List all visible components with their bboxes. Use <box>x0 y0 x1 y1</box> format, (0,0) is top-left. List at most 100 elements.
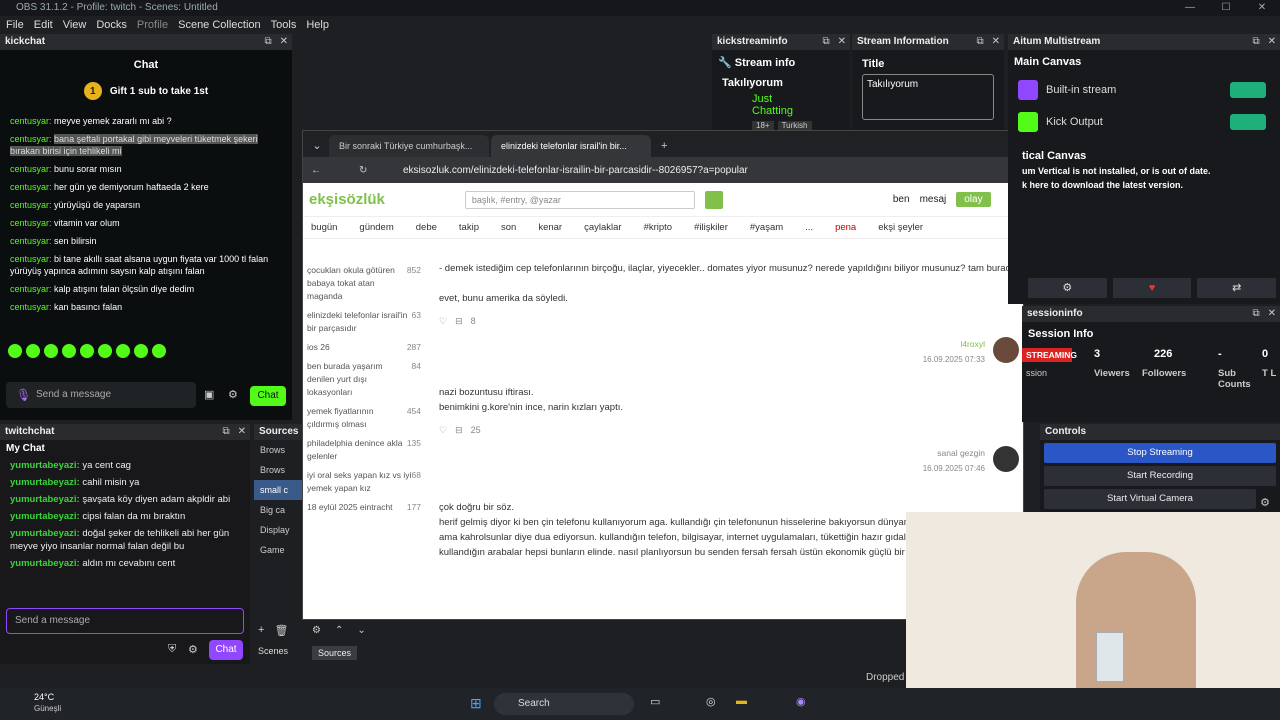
float-icon[interactable]: ⧉ <box>222 424 229 440</box>
dislike-icon[interactable]: ⊟ <box>455 423 463 438</box>
username[interactable]: centusyar: <box>10 236 52 246</box>
browser-tab[interactable]: Bir sonraki Türkiye cumhurbaşk... <box>329 135 489 157</box>
nav-item[interactable]: takip <box>459 222 479 233</box>
avatar[interactable] <box>993 337 1019 363</box>
stop-streaming-button[interactable]: Stop Streaming <box>1044 443 1276 463</box>
float-icon[interactable]: ⧉ <box>976 34 983 50</box>
start-virtual-camera-button[interactable]: Start Virtual Camera <box>1044 489 1256 509</box>
close-icon[interactable]: ✕ <box>280 34 288 50</box>
folder-icon[interactable]: ▬ <box>736 695 747 707</box>
username[interactable]: centusyar: <box>10 164 52 174</box>
weather-temp[interactable]: 24°C <box>34 692 54 702</box>
tab-sources[interactable]: Sources <box>312 646 358 660</box>
share-icon[interactable]: ⇄ <box>1197 278 1277 298</box>
topic-item[interactable]: ios 26 287 <box>303 338 425 357</box>
menu-profile[interactable]: Profile <box>137 16 168 34</box>
nav-item[interactable]: ekşi şeyler <box>878 222 923 233</box>
up-icon[interactable]: ⌃ <box>335 625 343 636</box>
source-item[interactable]: Brows <box>254 460 304 480</box>
topic-item[interactable]: 18 eylül 2025 eintracht 177 <box>303 498 425 517</box>
kick-chat-button[interactable]: Chat <box>250 386 286 406</box>
kick-message-input[interactable]: Send a message <box>6 382 196 408</box>
search-icon[interactable] <box>704 190 723 209</box>
user-link-ben[interactable]: ben <box>893 194 910 205</box>
emote-icon[interactable] <box>26 344 40 358</box>
app-icon[interactable]: ◉ <box>796 695 806 708</box>
chrome-icon[interactable]: ◎ <box>706 695 716 708</box>
emote-icon[interactable] <box>152 344 166 358</box>
twitch-message-input[interactable]: Send a message <box>6 608 244 634</box>
url-text[interactable]: eksisozluk.com/elinizdeki-telefonlar-isr… <box>403 165 748 176</box>
nav-item[interactable]: #yaşam <box>750 222 783 233</box>
emote-icon[interactable] <box>134 344 148 358</box>
source-item[interactable]: small c <box>254 480 304 500</box>
nav-item[interactable]: pena <box>835 222 856 233</box>
username[interactable]: yumurtabeyazi: <box>10 511 80 522</box>
float-icon[interactable]: ⧉ <box>822 34 829 50</box>
float-icon[interactable]: ⧉ <box>264 34 271 50</box>
tab-list-icon[interactable]: ⌄ <box>307 135 327 157</box>
entry-author[interactable]: sanal gezgin <box>439 446 985 461</box>
output-toggle[interactable] <box>1230 82 1266 98</box>
username[interactable]: centusyar: <box>10 200 52 210</box>
menu-scene-collection[interactable]: Scene Collection <box>178 16 261 34</box>
add-icon[interactable]: + <box>258 624 264 637</box>
topic-item[interactable]: ben burada yaşarım denilen yurt dışı lok… <box>303 357 425 402</box>
gear-icon[interactable]: ⚙ <box>312 625 321 636</box>
gear-icon[interactable]: ⚙ <box>1028 278 1107 298</box>
taskbar-search[interactable]: Search <box>494 693 634 715</box>
close-icon[interactable]: ✕ <box>992 34 1000 50</box>
username[interactable]: centusyar: <box>10 302 52 312</box>
nav-item[interactable]: debe <box>416 222 437 233</box>
username[interactable]: centusyar: <box>10 218 52 228</box>
gear-icon[interactable]: ⚙ <box>188 643 198 656</box>
gift-icon[interactable]: ▣ <box>204 388 214 401</box>
entry-date[interactable]: 16.09.2025 07:46 <box>439 461 985 476</box>
emote-icon[interactable] <box>8 344 22 358</box>
emote-icon[interactable] <box>80 344 94 358</box>
tab-scenes[interactable]: Scenes <box>258 646 288 656</box>
emote-icon[interactable] <box>62 344 76 358</box>
nav-item[interactable]: #ilişkiler <box>694 222 728 233</box>
gear-icon[interactable]: ⚙ <box>228 388 238 401</box>
menu-edit[interactable]: Edit <box>34 16 53 34</box>
address-bar[interactable]: ← ↻ eksisozluk.com/elinizdeki-telefonlar… <box>303 157 1023 183</box>
site-search-input[interactable]: başlık, #entry, @yazar <box>464 190 695 209</box>
username[interactable]: yumurtabeyazi: <box>10 477 80 488</box>
dislike-icon[interactable]: ⊟ <box>455 314 463 329</box>
username[interactable]: yumurtabeyazi: <box>10 558 80 569</box>
maximize-icon[interactable]: ☐ <box>1208 0 1244 16</box>
username[interactable]: yumurtabeyazi: <box>10 460 80 471</box>
source-item[interactable]: Brows <box>254 440 304 460</box>
nav-item[interactable]: ... <box>805 222 813 233</box>
menu-view[interactable]: View <box>63 16 87 34</box>
down-icon[interactable]: ⌄ <box>357 625 365 636</box>
download-link[interactable]: k here to download the latest version. <box>1008 178 1280 192</box>
new-tab-icon[interactable]: + <box>653 135 667 157</box>
emote-icon[interactable] <box>116 344 130 358</box>
source-item[interactable]: Display <box>254 520 304 540</box>
topic-item[interactable]: philadelphia denince akla gelenler 135 <box>303 434 425 466</box>
entry-author[interactable]: l4roxyl <box>439 337 985 352</box>
heart-icon[interactable]: ♥ <box>1112 278 1192 298</box>
output-toggle[interactable] <box>1230 114 1266 130</box>
gear-icon[interactable]: ⚙ <box>1260 496 1270 509</box>
trash-icon[interactable]: 🗑 <box>274 624 288 637</box>
user-link-mesaj[interactable]: mesaj <box>920 194 947 205</box>
site-logo[interactable]: ekşisözlük <box>309 191 385 208</box>
float-icon[interactable]: ⧉ <box>1252 34 1259 50</box>
username[interactable]: centusyar: <box>10 134 52 144</box>
nav-item[interactable]: son <box>501 222 516 233</box>
microphone-icon[interactable]: 🎙 <box>16 388 31 402</box>
username[interactable]: centusyar: <box>10 284 52 294</box>
twitch-chat-button[interactable]: Chat <box>209 640 243 660</box>
menu-file[interactable]: File <box>6 16 24 34</box>
gift-banner[interactable]: 1 Gift 1 sub to take 1st <box>0 76 292 106</box>
close-icon[interactable]: ✕ <box>238 424 246 440</box>
topic-item[interactable]: yemek fiyatlarının çıldırmış olması 454 <box>303 402 425 434</box>
nav-item[interactable]: #kripto <box>644 222 673 233</box>
topic-item[interactable]: elinizdeki telefonlar israil'in bir parç… <box>303 306 425 338</box>
emote-icon[interactable] <box>44 344 58 358</box>
entry-date[interactable]: 16.09.2025 07:33 <box>439 352 985 367</box>
username[interactable]: yumurtabeyazi: <box>10 494 80 505</box>
